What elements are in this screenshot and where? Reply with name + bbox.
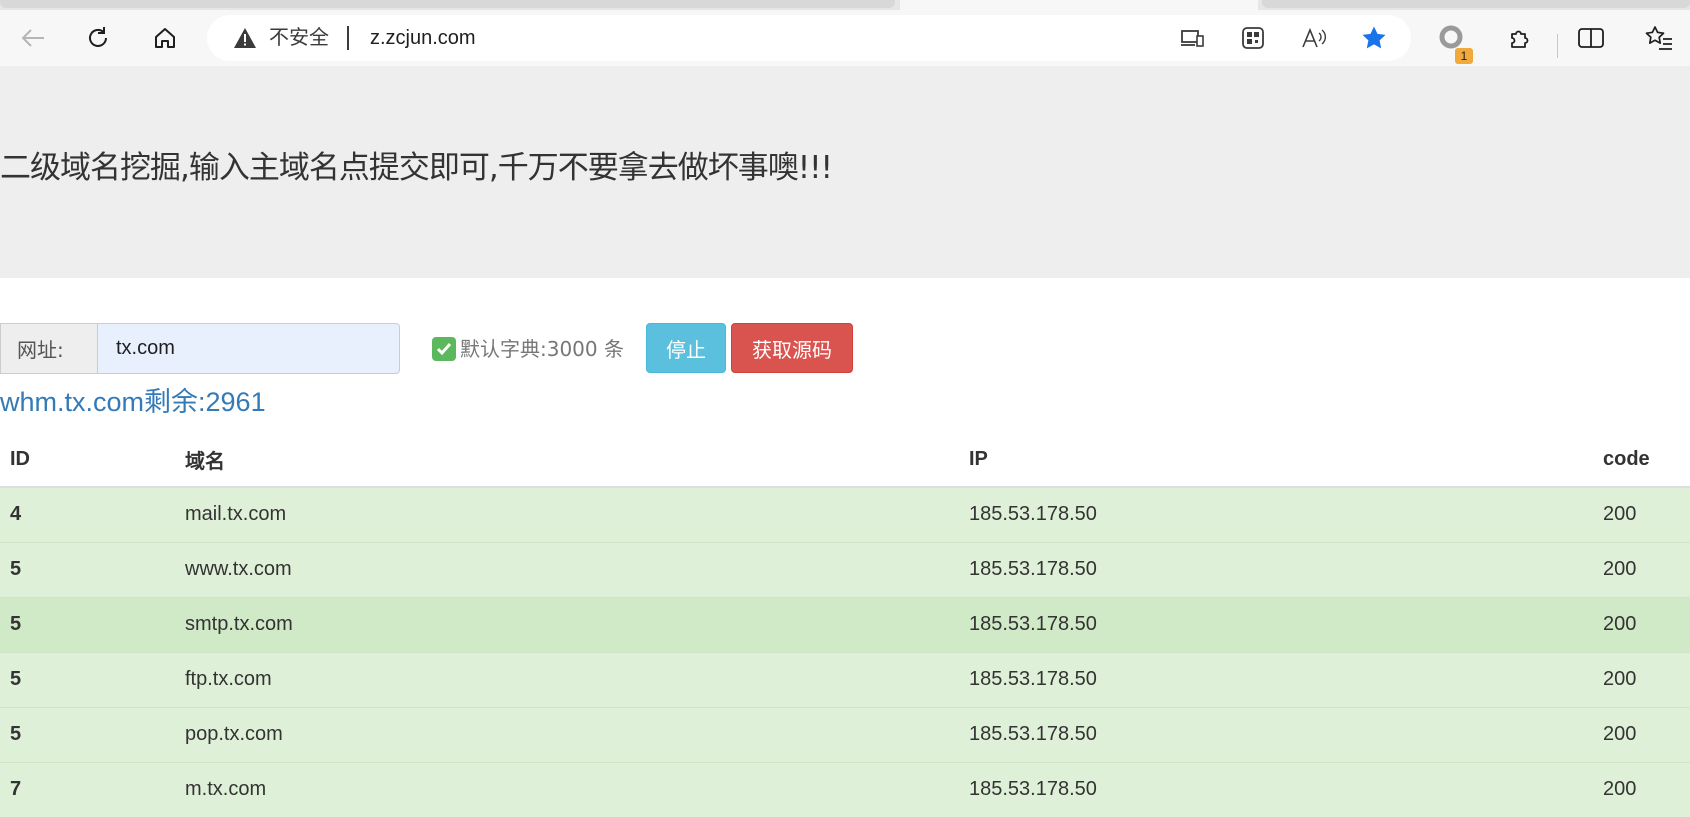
get-source-button[interactable]: 获取源码 — [731, 323, 853, 373]
cell-id: 5 — [0, 706, 175, 762]
cell-domain: mail.tx.com — [175, 486, 959, 542]
check-icon — [436, 343, 452, 356]
warning-icon[interactable] — [233, 27, 257, 49]
cell-domain: www.tx.com — [175, 541, 959, 597]
progress-status: whm.tx.com剩余:2961 — [0, 387, 266, 417]
table-header-row: ID 域名 IP code — [0, 432, 1690, 488]
security-label[interactable]: 不安全 — [269, 27, 329, 49]
address-divider — [347, 26, 349, 50]
table-row: 5 www.tx.com 185.53.178.50 200 — [0, 541, 1690, 597]
cell-ip: 185.53.178.50 — [959, 706, 1593, 762]
home-button[interactable] — [145, 18, 185, 58]
cell-ip: 185.53.178.50 — [959, 651, 1593, 707]
cell-id: 7 — [0, 761, 175, 817]
table-row: 7 m.tx.com 185.53.178.50 200 — [0, 761, 1690, 817]
url-label: 网址: — [0, 323, 98, 374]
tab-inactive[interactable] — [1262, 0, 1690, 8]
cell-domain: smtp.tx.com — [175, 596, 959, 652]
cell-id: 4 — [0, 486, 175, 542]
header-code: code — [1593, 432, 1690, 488]
cell-domain: ftp.tx.com — [175, 651, 959, 707]
tab-strip — [0, 0, 1690, 10]
table-row: 4 mail.tx.com 185.53.178.50 200 — [0, 486, 1690, 542]
refresh-icon — [89, 27, 107, 47]
header-ip: IP — [959, 432, 1593, 488]
app-available-icon[interactable] — [1177, 23, 1207, 53]
cell-ip: 185.53.178.50 — [959, 596, 1593, 652]
url-input[interactable] — [97, 323, 400, 374]
table-row: 5 pop.tx.com 185.53.178.50 200 — [0, 706, 1690, 762]
results-table: ID 域名 IP code 4 mail.tx.com 185.53.178.5… — [0, 432, 1690, 817]
split-screen-icon — [1578, 28, 1604, 48]
favorite-star-icon[interactable] — [1359, 23, 1389, 53]
dict-checkbox[interactable] — [432, 337, 456, 361]
cell-code: 200 — [1593, 706, 1690, 762]
read-aloud-icon[interactable] — [1299, 23, 1329, 53]
table-row: 5 ftp.tx.com 185.53.178.50 200 — [0, 651, 1690, 707]
cell-id: 5 — [0, 651, 175, 707]
cell-domain: pop.tx.com — [175, 706, 959, 762]
extensions-button[interactable] — [1500, 18, 1540, 58]
cell-id: 5 — [0, 596, 175, 652]
header-id: ID — [0, 432, 175, 488]
cell-code: 200 — [1593, 596, 1690, 652]
url-input-group: 网址: — [0, 323, 400, 374]
jumbotron: 二级域名挖掘,输入主域名点提交即可,千万不要拿去做坏事噢!!! — [0, 66, 1690, 278]
header-domain: 域名 — [175, 432, 959, 488]
dict-label: 默认字典:3000 条 — [460, 337, 624, 361]
refresh-button[interactable] — [78, 18, 118, 58]
cell-code: 200 — [1593, 761, 1690, 817]
browser-toolbar: 不安全 z.zcjun.com 1 — [0, 10, 1690, 66]
puzzle-icon — [1511, 30, 1529, 48]
cell-code: 200 — [1593, 651, 1690, 707]
cell-code: 200 — [1593, 541, 1690, 597]
stop-button[interactable]: 停止 — [646, 323, 726, 373]
back-arrow-icon — [21, 29, 44, 47]
extension-badge: 1 — [1455, 48, 1473, 64]
favorites-list-icon — [1645, 26, 1672, 50]
back-button[interactable] — [13, 18, 53, 58]
toolbar-divider — [1557, 34, 1558, 58]
favorites-button[interactable] — [1639, 18, 1679, 58]
cell-domain: m.tx.com — [175, 761, 959, 817]
cell-code: 200 — [1593, 486, 1690, 542]
cell-ip: 185.53.178.50 — [959, 486, 1593, 542]
home-icon — [155, 28, 175, 48]
page-headline: 二级域名挖掘,输入主域名点提交即可,千万不要拿去做坏事噢!!! — [0, 150, 833, 186]
cell-ip: 185.53.178.50 — [959, 761, 1593, 817]
cell-ip: 185.53.178.50 — [959, 541, 1593, 597]
qr-code-icon[interactable] — [1238, 23, 1268, 53]
tab-active[interactable] — [900, 0, 1258, 10]
url-text[interactable]: z.zcjun.com — [370, 27, 476, 49]
table-row: 5 smtp.tx.com 185.53.178.50 200 — [0, 596, 1690, 652]
tab-inactive[interactable] — [0, 0, 895, 8]
cell-id: 5 — [0, 541, 175, 597]
split-screen-button[interactable] — [1571, 18, 1611, 58]
address-bar[interactable]: 不安全 z.zcjun.com — [207, 15, 1411, 61]
